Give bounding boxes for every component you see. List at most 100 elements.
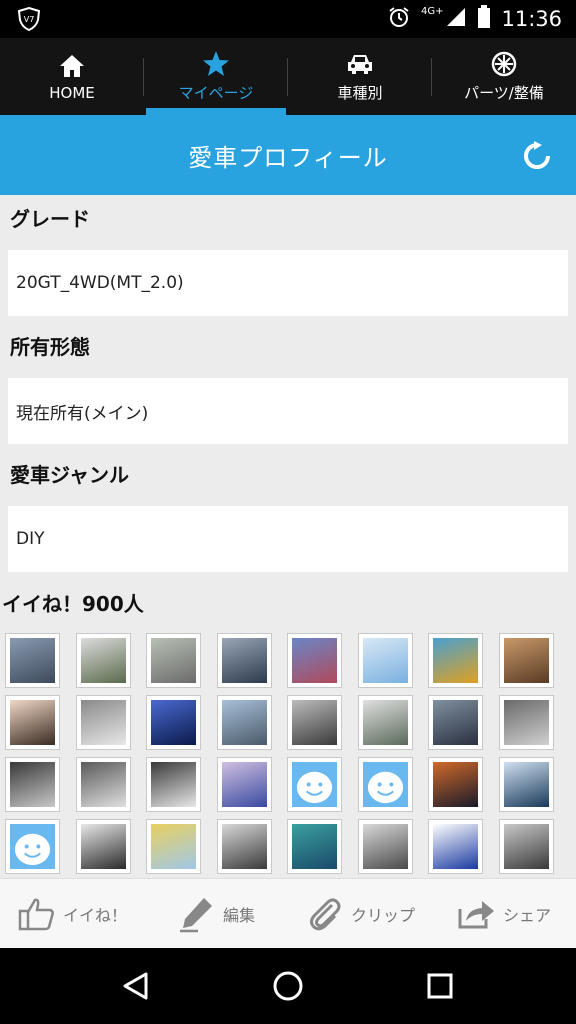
liked-user-thumbnail[interactable]	[499, 819, 554, 874]
user-photo	[10, 700, 55, 745]
user-photo	[504, 700, 549, 745]
share-button[interactable]: シェア	[432, 879, 576, 948]
tab-home[interactable]: HOME	[0, 38, 144, 115]
tab-parts[interactable]: パーツ/整備	[432, 38, 576, 115]
liked-user-thumbnail[interactable]	[5, 819, 60, 874]
svg-text:V7: V7	[24, 15, 35, 24]
liked-user-thumbnail[interactable]	[217, 819, 272, 874]
liked-user-thumbnail[interactable]	[428, 757, 483, 812]
user-photo	[433, 700, 478, 745]
tab-car-models[interactable]: 車種別	[288, 38, 432, 115]
liked-user-thumbnail[interactable]	[5, 757, 60, 812]
genre-value: DIY	[8, 506, 568, 572]
user-photo	[81, 824, 126, 869]
battery-icon	[477, 5, 491, 33]
user-photo	[151, 762, 196, 807]
user-photo	[433, 638, 478, 683]
liked-user-thumbnail[interactable]	[358, 819, 413, 874]
home-nav-button[interactable]	[268, 966, 308, 1006]
user-photo	[222, 638, 267, 683]
tab-mypage[interactable]: マイページ	[144, 38, 288, 115]
star-icon	[202, 50, 230, 78]
like-button-label: イイね！	[62, 905, 127, 925]
liked-user-thumbnail[interactable]	[76, 819, 131, 874]
paperclip-icon	[305, 894, 345, 934]
user-photo	[151, 638, 196, 683]
user-photo	[363, 638, 408, 683]
liked-user-thumbnail[interactable]	[76, 695, 131, 750]
liked-user-thumbnail[interactable]	[287, 819, 342, 874]
liked-user-thumbnail[interactable]	[217, 757, 272, 812]
user-photo	[292, 824, 337, 869]
liked-user-thumbnail[interactable]	[146, 695, 201, 750]
liked-user-thumbnail[interactable]	[428, 633, 483, 688]
user-photo	[151, 700, 196, 745]
share-button-label: シェア	[502, 905, 551, 925]
tab-parts-label: パーツ/整備	[464, 84, 544, 102]
status-time: 11:36	[501, 7, 562, 31]
user-photo	[292, 638, 337, 683]
liked-user-thumbnail[interactable]	[358, 695, 413, 750]
user-photo	[292, 700, 337, 745]
liked-user-thumbnail[interactable]	[146, 819, 201, 874]
user-photo	[81, 638, 126, 683]
user-photo	[504, 762, 549, 807]
liked-user-thumbnail[interactable]	[5, 633, 60, 688]
clip-button[interactable]: クリップ	[288, 879, 432, 948]
liked-user-thumbnail[interactable]	[76, 633, 131, 688]
grade-label: グレード	[10, 207, 90, 231]
page-header: 愛車プロフィール	[0, 115, 576, 195]
recents-button[interactable]	[420, 966, 460, 1006]
user-photo	[504, 824, 549, 869]
edit-button[interactable]: 編集	[144, 879, 288, 948]
action-toolbar: イイね！ 編集 クリップ シェア	[0, 878, 576, 948]
liked-user-thumbnail[interactable]	[499, 695, 554, 750]
user-photo	[222, 700, 267, 745]
user-photo	[222, 762, 267, 807]
alarm-icon	[387, 5, 411, 33]
tab-car-models-label: 車種別	[337, 84, 383, 102]
pen-icon	[177, 894, 217, 934]
ownership-value: 現在所有(メイン)	[8, 378, 568, 444]
network-type-label: 4G+	[420, 5, 444, 17]
thumbs-up-icon	[17, 894, 57, 934]
liked-user-thumbnail[interactable]	[499, 633, 554, 688]
status-bar: V7 4G+ 11:36	[0, 0, 576, 38]
grade-value: 20GT_4WD(MT_2.0)	[8, 250, 568, 316]
liked-user-thumbnail[interactable]	[146, 757, 201, 812]
refresh-icon	[524, 141, 550, 169]
liked-user-thumbnail[interactable]	[217, 633, 272, 688]
user-photo	[10, 638, 55, 683]
liked-user-thumbnail[interactable]	[287, 757, 342, 812]
liked-user-thumbnail[interactable]	[358, 757, 413, 812]
liked-user-thumbnail[interactable]	[428, 695, 483, 750]
likes-count-label: イイね！900人	[2, 592, 144, 616]
user-photo	[81, 762, 126, 807]
back-button[interactable]	[116, 966, 156, 1006]
user-photo	[222, 824, 267, 869]
liked-user-thumbnail[interactable]	[76, 757, 131, 812]
liked-user-thumbnail[interactable]	[358, 633, 413, 688]
recents-square-icon	[427, 973, 453, 999]
user-photo	[81, 700, 126, 745]
liked-user-thumbnail[interactable]	[287, 695, 342, 750]
liked-user-thumbnail[interactable]	[5, 695, 60, 750]
liked-user-thumbnail[interactable]	[217, 695, 272, 750]
signal-icon	[445, 6, 467, 32]
user-photo	[433, 762, 478, 807]
tab-mypage-label: マイページ	[178, 84, 254, 102]
user-photo	[363, 700, 408, 745]
home-icon	[58, 52, 86, 80]
wheel-icon	[490, 50, 518, 78]
liked-user-thumbnail[interactable]	[287, 633, 342, 688]
genre-label: 愛車ジャンル	[10, 463, 129, 487]
tab-home-label: HOME	[49, 83, 95, 102]
user-photo	[10, 762, 55, 807]
refresh-button[interactable]	[522, 141, 552, 171]
like-button[interactable]: イイね！	[0, 879, 144, 948]
liked-user-thumbnail[interactable]	[428, 819, 483, 874]
liked-user-thumbnail[interactable]	[146, 633, 201, 688]
liked-user-thumbnail[interactable]	[499, 757, 554, 812]
user-photo	[151, 824, 196, 869]
default-avatar-icon	[363, 762, 408, 807]
